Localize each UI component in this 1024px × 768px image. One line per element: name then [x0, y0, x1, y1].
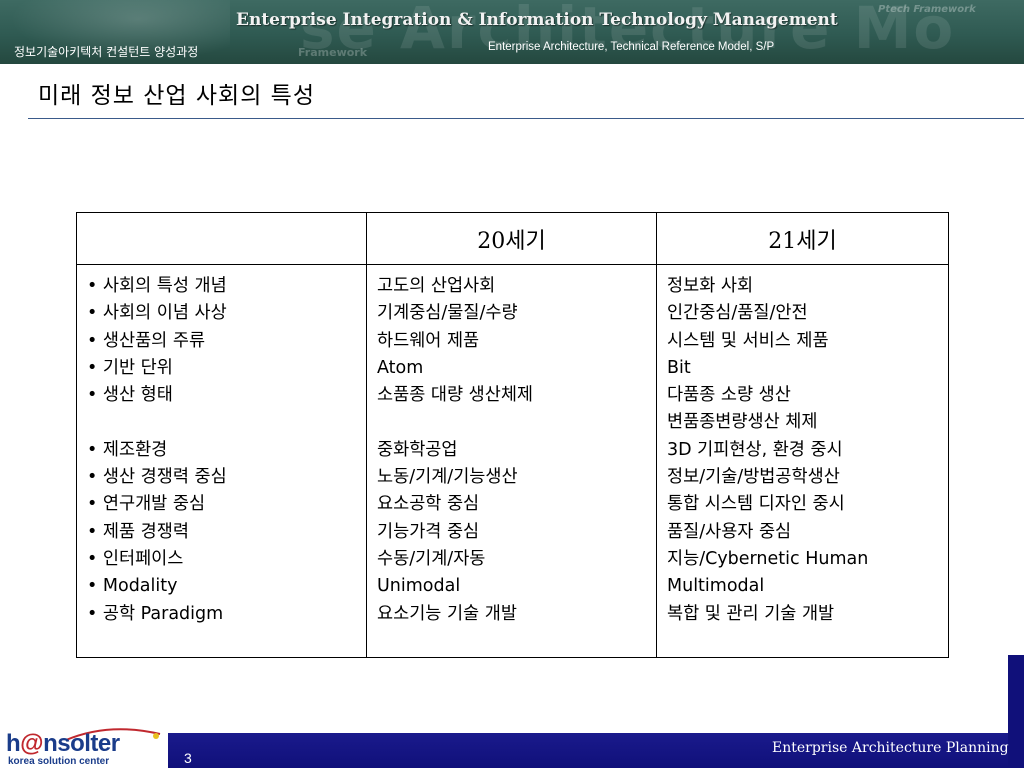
century-20-cell: 고도의 산업사회기계중심/물질/수량하드웨어 제품 Atom 소품종 대량 생산체제…: [366, 264, 657, 658]
footer-title: Enterprise Architecture Planning: [772, 740, 1009, 756]
list-item: Multimodal: [667, 576, 765, 597]
list-item: Unimodal: [377, 576, 461, 597]
list-item: 하드웨어 제품: [377, 330, 480, 351]
list-item: 정보/기술/방법공학생산: [667, 467, 840, 488]
list-item: 고도의 산업사회: [377, 276, 496, 296]
course-name: 정보기술아키텍처 컨설턴트 양성과정: [14, 45, 199, 59]
century-21-list: 정보화 사회인간중심/품질/안전시스템 및 서비스 제품 Bit 다품종 소량 생산…: [657, 265, 948, 628]
comparison-table: 20세기 21세기 • 사회의 특성 개념 • 사회의 이념 사상 • 생산품의 주…: [76, 212, 949, 658]
header-cell-21st-century: 21세기: [656, 212, 949, 265]
title-divider: [28, 118, 1024, 119]
logo-brand-pre: h: [6, 730, 21, 757]
course-topics: Enterprise Architecture, Technical Refer…: [488, 41, 775, 53]
list-item: 품질/사용자 중심: [667, 521, 792, 542]
list-item: • 공학 Paradigm: [87, 603, 224, 624]
list-item: 노동/기계/기능생산: [377, 467, 518, 488]
list-item: 기능가격 중심: [377, 521, 480, 542]
logo-brand-post: nsolter: [43, 730, 120, 757]
list-item: 소품종 대량 생산체제: [377, 385, 534, 406]
list-item: Bit: [667, 357, 691, 378]
table-row: • 사회의 특성 개념 • 사회의 이념 사상 • 생산품의 주류 • 기반 단위 • …: [76, 264, 949, 658]
header-cell-20th-century: 20세기: [366, 212, 657, 265]
category-cell: • 사회의 특성 개념 • 사회의 이념 사상 • 생산품의 주류 • 기반 단위 • …: [76, 264, 367, 658]
list-item: 시스템 및 서비스 제품: [667, 330, 829, 351]
banner-watermark-small: Framework: [298, 46, 368, 59]
list-item: • 생산 경쟁력 중심: [87, 467, 227, 488]
list-item: • 제조환경: [87, 439, 168, 460]
table-header-row: 20세기 21세기: [76, 212, 949, 265]
list-item: 변품종변량생산 체제: [667, 412, 818, 433]
logo-brand: h@nsolter: [6, 730, 120, 758]
list-item: 복합 및 관리 기술 개발: [667, 603, 835, 624]
list-item: 수동/기계/자동: [377, 548, 486, 569]
century-21-cell: 정보화 사회인간중심/품질/안전시스템 및 서비스 제품 Bit 다품종 소량 생산…: [656, 264, 949, 658]
list-item: 3D 기피현상, 환경 중시: [667, 439, 843, 460]
list-item: • 생산 형태: [87, 385, 173, 406]
list-item: 지능/Cybernetic Human: [667, 548, 869, 569]
list-item: 요소공학 중심: [377, 494, 480, 515]
category-list: • 사회의 특성 개념 • 사회의 이념 사상 • 생산품의 주류 • 기반 단위 • …: [77, 265, 366, 628]
header-cell-category: [76, 212, 367, 265]
logo-brand-at: @: [20, 730, 44, 757]
page-title: 미래 정보 산업 사회의 특성: [38, 83, 316, 109]
list-item: [377, 409, 656, 436]
list-item: 다품종 소량 생산: [667, 385, 791, 406]
list-item: 통합 시스템 디자인 중시: [667, 494, 845, 515]
list-item: 중화학공업: [377, 439, 458, 460]
page-number: 3: [184, 750, 192, 766]
footer-side-bar: [1008, 655, 1024, 768]
list-item: • 연구개발 중심: [87, 494, 206, 515]
header-banner: se Architecture Mo Framework Ptech Frame…: [0, 0, 1024, 64]
list-item: • 기반 단위: [87, 357, 173, 378]
list-item: • Modality: [87, 576, 178, 597]
hansolter-logo: h@nsolter korea solution center: [6, 726, 164, 768]
list-item: 요소기능 기술 개발: [377, 603, 517, 624]
list-item: 인간중심/품질/안전: [667, 303, 808, 324]
list-item: Atom: [377, 357, 424, 378]
banner-watermark-ptech: Ptech Framework: [878, 4, 976, 15]
list-item: • 사회의 특성 개념: [87, 276, 227, 296]
list-item: • 사회의 이념 사상: [87, 303, 227, 324]
list-item: 정보화 사회: [667, 276, 754, 296]
list-item: • 생산품의 주류: [87, 330, 206, 351]
list-item: [87, 409, 366, 436]
banner-title: Enterprise Integration & Information Tec…: [236, 10, 838, 30]
list-item: • 제품 경쟁력: [87, 521, 189, 542]
century-20-list: 고도의 산업사회기계중심/물질/수량하드웨어 제품 Atom 소품종 대량 생산체제…: [367, 265, 656, 628]
logo-tagline: korea solution center: [8, 756, 110, 767]
list-item: 기계중심/물질/수량: [377, 303, 518, 324]
list-item: • 인터페이스: [87, 548, 184, 569]
